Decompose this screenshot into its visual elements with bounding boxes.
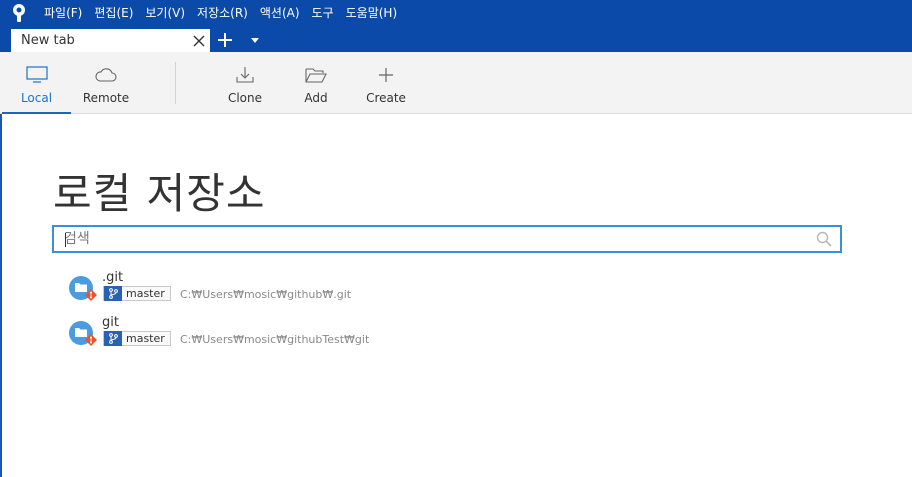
monitor-icon — [25, 65, 48, 85]
cloud-icon — [95, 65, 117, 85]
clone-label: Clone — [227, 91, 263, 105]
remote-label: Remote — [82, 91, 130, 105]
local-label: Local — [20, 91, 53, 105]
menu-tools[interactable]: 도구 — [306, 0, 340, 26]
download-icon — [235, 65, 255, 85]
clone-button[interactable]: Clone — [222, 52, 268, 113]
repository-icon — [68, 273, 100, 305]
toolbar: Local Remote Clone Add Create — [0, 52, 912, 114]
menu-bar: 파일(F) 편집(E) 보기(V) 저장소(R) 액션(A) 도구 도움말(H) — [0, 0, 912, 26]
plus-icon — [377, 65, 395, 85]
search-input[interactable] — [54, 227, 794, 251]
remote-button[interactable]: Remote — [76, 52, 136, 113]
folder-open-icon — [305, 65, 327, 85]
repo-name: git — [102, 315, 119, 330]
toolbar-divider — [175, 62, 176, 104]
menu-repository[interactable]: 저장소(R) — [191, 0, 254, 26]
menu-edit[interactable]: 편집(E) — [88, 0, 139, 26]
repo-list-item[interactable]: git master C:₩Users₩mosic₩githubTest₩git — [66, 315, 426, 355]
chevron-down-icon[interactable] — [246, 30, 264, 50]
branch-badge: master — [103, 286, 171, 301]
branch-badge: master — [103, 331, 171, 346]
tab-strip: New tab — [0, 26, 912, 52]
app-window: 파일(F) 편집(E) 보기(V) 저장소(R) 액션(A) 도구 도움말(H)… — [0, 0, 912, 477]
add-button[interactable]: Add — [296, 52, 336, 113]
repo-path: C:₩Users₩mosic₩githubTest₩git — [180, 333, 370, 346]
repo-name: .git — [102, 270, 124, 285]
menu-file[interactable]: 파일(F) — [38, 0, 88, 26]
branch-name: master — [126, 332, 165, 345]
add-tab-button[interactable] — [214, 30, 236, 50]
create-label: Create — [366, 91, 406, 105]
close-icon[interactable] — [188, 30, 210, 52]
menu-help[interactable]: 도움말(H) — [340, 0, 404, 26]
repo-list-item[interactable]: .git master C:₩Users₩mosic₩github₩.git — [66, 270, 426, 310]
local-button[interactable]: Local — [2, 52, 71, 114]
branch-icon — [104, 331, 122, 346]
repository-icon — [68, 318, 100, 350]
search-icon[interactable] — [816, 231, 832, 251]
repo-path: C:₩Users₩mosic₩github₩.git — [180, 288, 352, 301]
menu-actions[interactable]: 액션(A) — [254, 0, 306, 26]
tab-title: New tab — [21, 33, 75, 48]
page-title: 로컬 저장소 — [53, 169, 266, 218]
create-button[interactable]: Create — [364, 52, 408, 113]
search-box[interactable] — [52, 225, 842, 253]
menu-view[interactable]: 보기(V) — [139, 0, 191, 26]
branch-icon — [104, 286, 122, 301]
window-left-border — [0, 114, 2, 477]
add-label: Add — [304, 91, 328, 105]
text-caret — [65, 233, 66, 247]
branch-name: master — [126, 287, 165, 300]
tab-new[interactable]: New tab — [11, 29, 210, 52]
app-logo-icon — [0, 0, 38, 26]
